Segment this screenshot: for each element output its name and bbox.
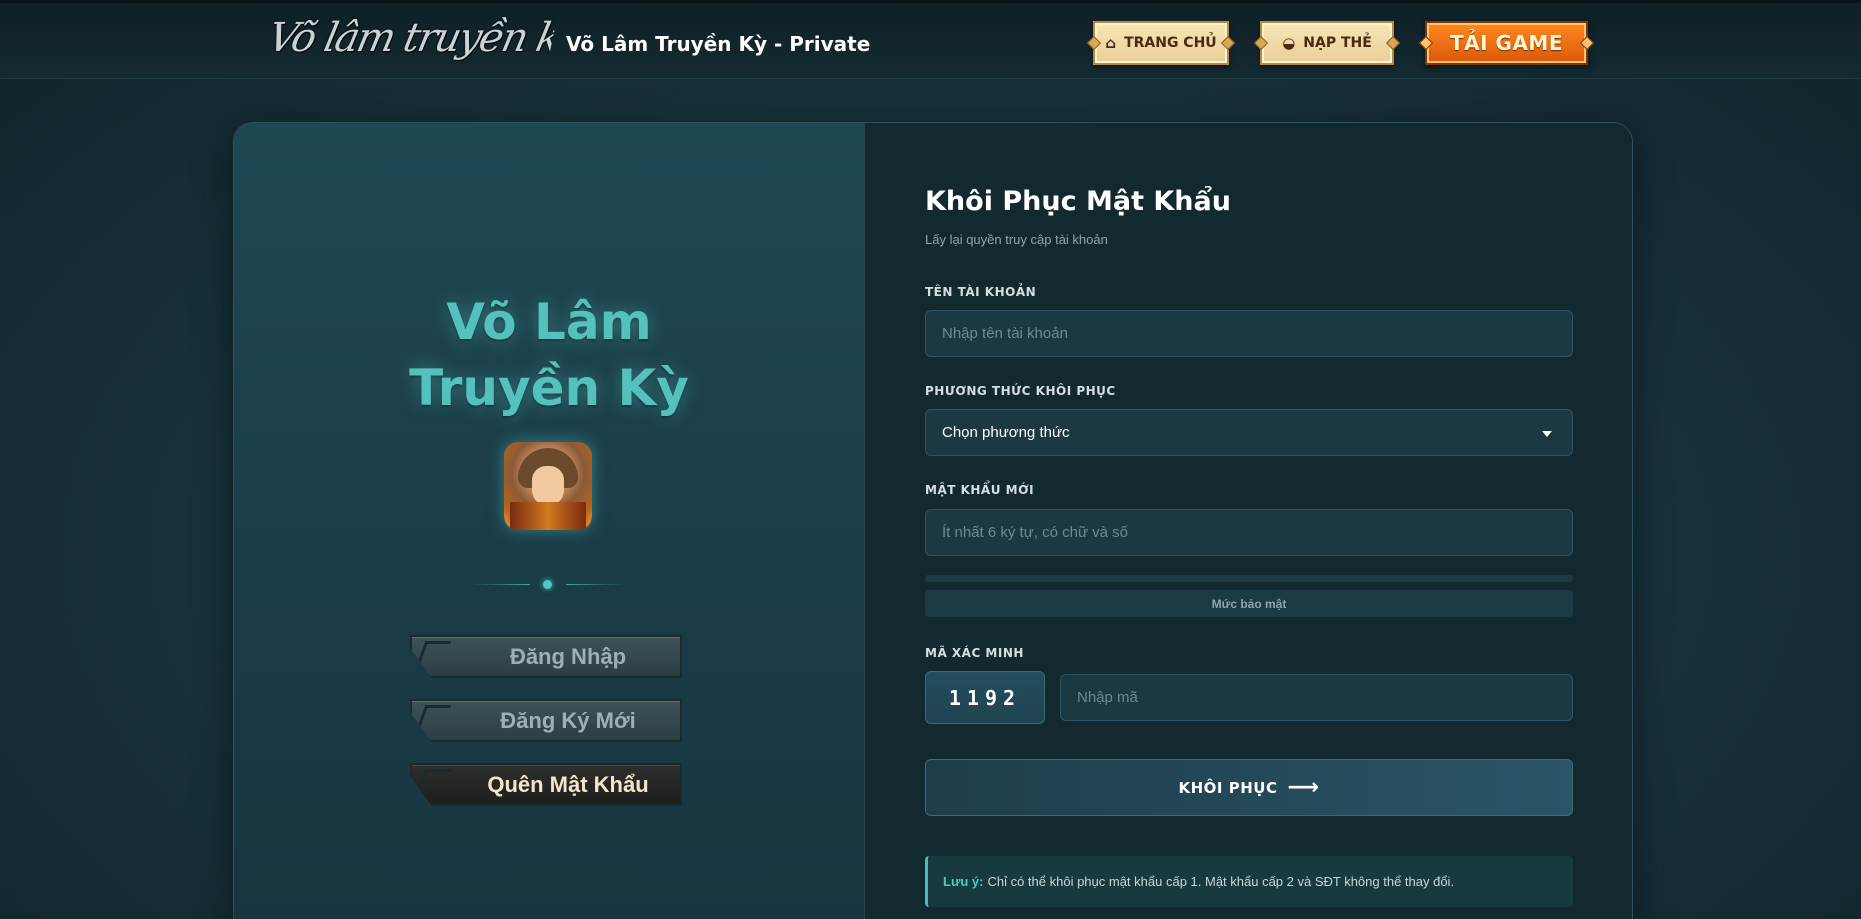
login-tab-button[interactable]: Đăng Nhập [410, 635, 682, 678]
forgot-password-tab-label: Quên Mật Khẩu [487, 771, 649, 797]
brand-panel: Võ Lâm Truyền Kỳ Đăng Nhập Đăng Ký Mới Q… [234, 123, 864, 919]
username-label: TÊN TÀI KHOẢN [925, 285, 1037, 299]
blade-ornament-icon [414, 641, 452, 671]
form-subtitle: Lấy lại quyền truy cập tài khoản [925, 232, 1108, 247]
recovery-method-value: Chọn phương thức [942, 424, 1070, 441]
recover-submit-label: KHÔI PHỤC [1178, 778, 1278, 797]
recovery-form-panel: Khôi Phục Mật Khẩu Lấy lại quyền truy cậ… [864, 123, 1632, 919]
brand-title: Võ Lâm Truyền Kỳ [234, 289, 864, 421]
username-input[interactable] [925, 310, 1573, 357]
login-tab-label: Đăng Nhập [509, 643, 627, 669]
recovery-method-label: PHƯƠNG THỨC KHÔI PHỤC [925, 384, 1116, 398]
captcha-input[interactable] [1060, 674, 1573, 721]
download-game-label: TẢI GAME [1450, 31, 1563, 55]
home-icon: ⌂ [1105, 33, 1117, 52]
captcha-label: MÃ XÁC MINH [925, 646, 1024, 660]
nav-topup-button[interactable]: ◒ NẠP THẺ [1260, 21, 1394, 65]
auth-card: Võ Lâm Truyền Kỳ Đăng Nhập Đăng Ký Mới Q… [233, 122, 1633, 919]
note-key: Lưu ý: [943, 874, 984, 889]
register-tab-label: Đăng Ký Mới [500, 707, 636, 733]
brand-title-line1: Võ Lâm [446, 293, 652, 351]
register-tab-button[interactable]: Đăng Ký Mới [410, 699, 682, 742]
forgot-password-tab-button[interactable]: Quên Mật Khẩu [410, 763, 682, 806]
blade-ornament-icon [414, 705, 452, 735]
new-password-label: MẬT KHẨU MỚI [925, 483, 1035, 497]
ingot-icon: ◒ [1282, 33, 1296, 52]
download-game-button[interactable]: TẢI GAME [1425, 21, 1588, 65]
form-title: Khôi Phục Mật Khẩu [925, 186, 1231, 217]
site-title: Võ Lâm Truyền Kỳ - Private [566, 32, 871, 56]
nav-home-button[interactable]: ⌂ TRANG CHỦ [1093, 21, 1229, 65]
site-logo[interactable]: Võ lâm truyền kỳ [262, 15, 558, 69]
note-text: Chỉ có thể khôi phục mật khẩu cấp 1. Mật… [987, 874, 1455, 889]
nav-topup-label: NẠP THẺ [1303, 35, 1372, 51]
chevron-down-icon [1542, 431, 1552, 437]
password-strength-label: Mức bảo mật [925, 590, 1573, 617]
brand-title-line2: Truyền Kỳ [409, 359, 689, 417]
recovery-method-select[interactable]: Chọn phương thức [925, 409, 1573, 456]
recover-submit-button[interactable]: KHÔI PHỤC ⟶ [925, 759, 1573, 816]
password-strength-bar [925, 575, 1573, 582]
game-avatar-image [504, 442, 592, 530]
ornament-divider [470, 578, 626, 592]
top-navbar: Võ lâm truyền kỳ Võ Lâm Truyền Kỳ - Priv… [0, 0, 1861, 79]
new-password-input[interactable] [925, 509, 1573, 556]
nav-home-label: TRANG CHỦ [1124, 35, 1217, 51]
captcha-code[interactable]: 1192 [925, 671, 1045, 724]
arrow-right-icon: ⟶ [1287, 774, 1320, 800]
recovery-note: Lưu ý: Chỉ có thể khôi phục mật khẩu cấp… [925, 856, 1573, 907]
